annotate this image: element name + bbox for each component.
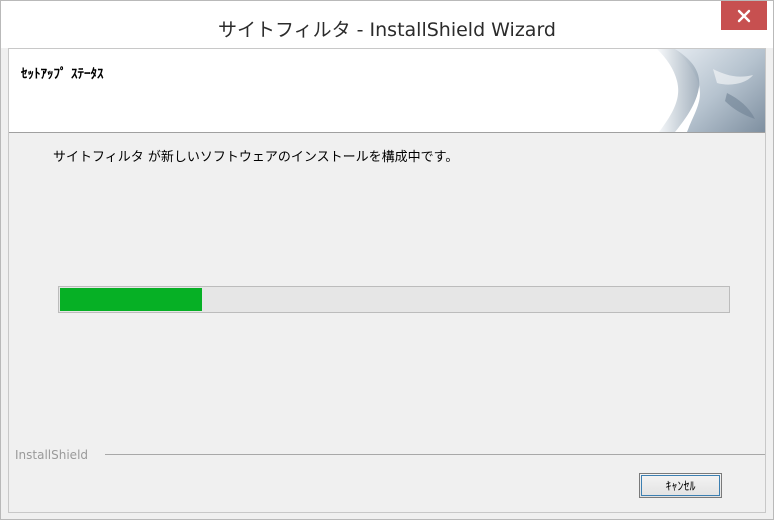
installshield-brand-label: InstallShield: [15, 448, 97, 462]
close-icon: [737, 9, 751, 22]
close-button[interactable]: [721, 1, 767, 30]
divider-line: [105, 454, 765, 455]
wizard-content: ｾｯﾄｱｯﾌﾟ ｽﾃｰﾀｽ サイトフィルタ が新しいソフトウェアのインストールを…: [8, 48, 766, 513]
install-progress-bar: [58, 286, 730, 313]
header-title: ｾｯﾄｱｯﾌﾟ ｽﾃｰﾀｽ: [21, 67, 104, 82]
progress-fill: [60, 288, 203, 311]
installshield-logo-art: [657, 49, 765, 132]
installshield-divider: InstallShield: [9, 448, 765, 462]
cancel-button[interactable]: ｷｬﾝｾﾙ: [639, 473, 722, 498]
wizard-header: ｾｯﾄｱｯﾌﾟ ｽﾃｰﾀｽ: [9, 49, 765, 133]
install-status-text: サイトフィルタ が新しいソフトウェアのインストールを構成中です。: [53, 150, 459, 165]
window-title: サイトフィルタ - InstallShield Wizard: [217, 19, 556, 41]
installer-window: サイトフィルタ - InstallShield Wizard ｾｯﾄｱｯﾌﾟ ｽ…: [0, 0, 774, 520]
title-bar[interactable]: サイトフィルタ - InstallShield Wizard: [1, 1, 773, 48]
